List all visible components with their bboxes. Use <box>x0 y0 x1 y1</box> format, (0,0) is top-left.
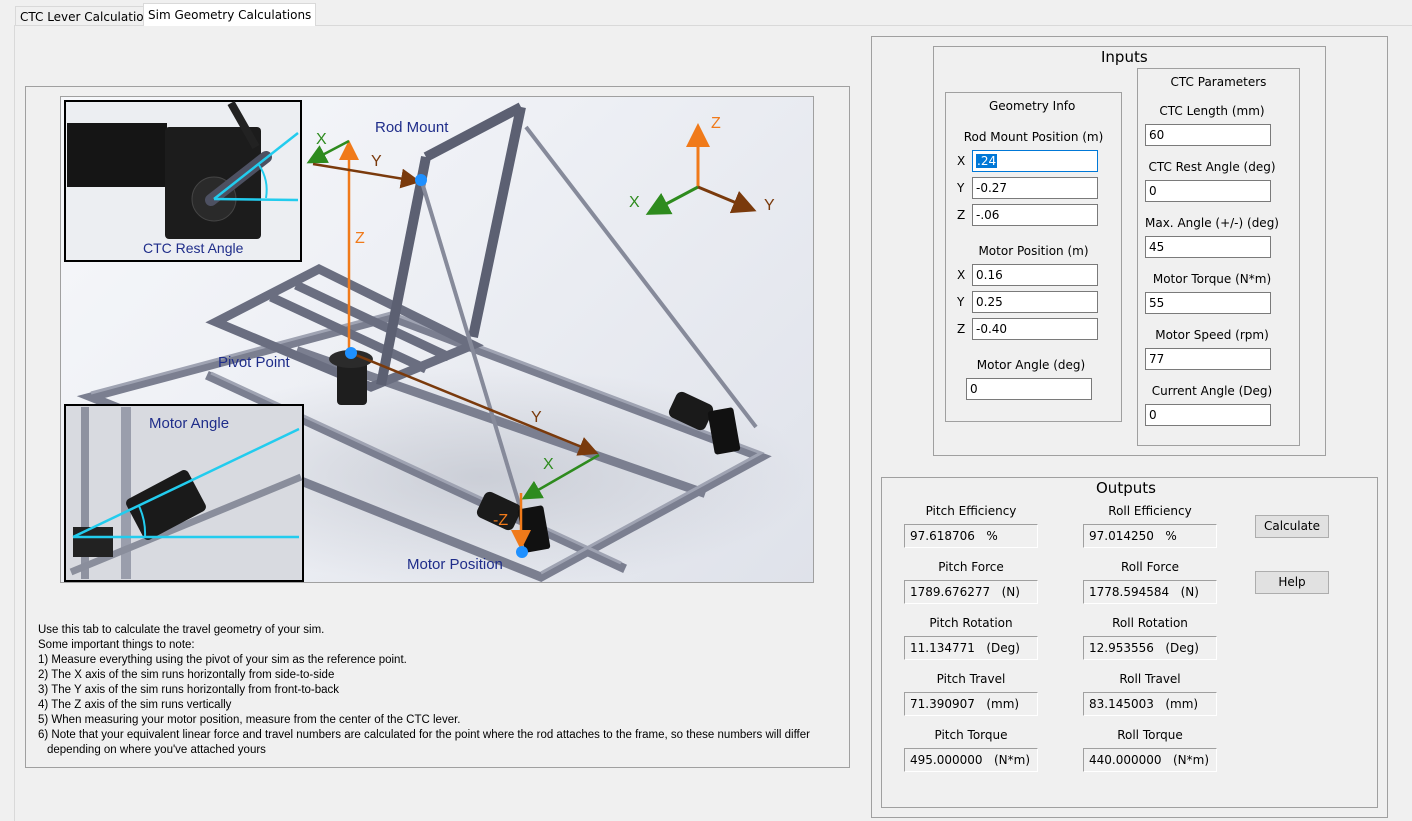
roll-rotation-value: 12.953556 (Deg) <box>1083 636 1217 660</box>
sim-geometry-diagram: X Y Z Y X -Z Z X Y Rod Mount Pivot Point… <box>60 96 814 583</box>
ctc-parameters-title: CTC Parameters <box>1170 75 1267 89</box>
rod-mount-z-label: Z <box>957 208 966 222</box>
ctc-length-label: CTC Length (mm) <box>1159 104 1265 118</box>
pivot-marker <box>345 347 357 359</box>
pitch-torque-label: Pitch Torque <box>934 728 1008 742</box>
motor-torque-label: Motor Torque (N*m) <box>1152 272 1272 286</box>
roll-torque-value: 440.000000 (N*m) <box>1083 748 1217 772</box>
motor-y-label: Y <box>957 295 965 309</box>
max-angle-input[interactable]: 45 <box>1145 236 1271 258</box>
motor-angle-field-label: Motor Angle (deg) <box>976 358 1086 372</box>
rod-mount-position-label: Rod Mount Position (m) <box>963 130 1104 144</box>
instructions-text: Use this tab to calculate the travel geo… <box>38 623 848 758</box>
motor-torque-input[interactable]: 55 <box>1145 292 1271 314</box>
rod-mount-x-input[interactable]: .24 <box>972 150 1098 172</box>
help-button[interactable]: Help <box>1255 571 1329 594</box>
diagram-canvas: X Y Z Y X -Z Z X Y <box>64 100 811 582</box>
motor-x-input[interactable]: 0.16 <box>972 264 1098 286</box>
rod-mount-label: Rod Mount <box>375 119 449 136</box>
roll-efficiency-label: Roll Efficiency <box>1108 504 1192 518</box>
y-axis-arrow-rodmount <box>312 162 421 189</box>
outputs-title: Outputs <box>1092 479 1160 497</box>
note-line: depending on where you've attached yours <box>47 744 266 756</box>
pitch-force-label: Pitch Force <box>938 560 1004 574</box>
note-line: 1) Measure everything using the pivot of… <box>38 654 407 666</box>
calculate-button[interactable]: Calculate <box>1255 515 1329 538</box>
roll-force-value: 1778.594584 (N) <box>1083 580 1217 604</box>
triad-x-arrow <box>645 185 699 215</box>
motor-x-label: X <box>543 456 554 473</box>
motor-position-field-label: Motor Position (m) <box>978 244 1089 258</box>
note-line: 2) The X axis of the sim runs horizontal… <box>38 669 335 681</box>
note-line: Some important things to note: <box>38 639 195 651</box>
note-line: 4) The Z axis of the sim runs vertically <box>38 699 232 711</box>
motor-speed-label: Motor Speed (rpm) <box>1155 328 1269 342</box>
ctc-rest-angle-label: CTC Rest Angle <box>143 240 244 256</box>
geometry-info-title: Geometry Info <box>985 99 1080 113</box>
inputs-title: Inputs <box>1097 48 1152 66</box>
triad-x-label: X <box>629 194 640 211</box>
roll-travel-value: 83.145003 (mm) <box>1083 692 1217 716</box>
note-line: 3) The Y axis of the sim runs horizontal… <box>38 684 340 696</box>
roll-efficiency-value: 97.014250 % <box>1083 524 1217 548</box>
tab-bar: CTC Lever Calculations Sim Geometry Calc… <box>0 0 1412 26</box>
current-angle-input[interactable]: 0 <box>1145 404 1271 426</box>
rod-mount-x-label: X <box>957 154 966 168</box>
max-angle-label: Max. Angle (+/-) (deg) <box>1145 216 1279 230</box>
rodmount-x-label: X <box>316 131 327 148</box>
triad-z-label: Z <box>711 115 721 132</box>
note-line: Use this tab to calculate the travel geo… <box>38 624 325 636</box>
rodmount-z-label: Z <box>355 230 365 247</box>
current-angle-label: Current Angle (Deg) <box>1151 384 1273 398</box>
note-line: 6) Note that your equivalent linear forc… <box>38 729 810 741</box>
rod-mount-y-label: Y <box>957 181 965 195</box>
pitch-efficiency-label: Pitch Efficiency <box>925 504 1017 518</box>
ctc-length-input[interactable]: 60 <box>1145 124 1271 146</box>
triad-y-arrow <box>697 185 757 214</box>
pivot-point-label: Pivot Point <box>218 354 290 371</box>
roll-torque-label: Roll Torque <box>1117 728 1183 742</box>
motor-speed-input[interactable]: 77 <box>1145 348 1271 370</box>
motor-y-input[interactable]: 0.25 <box>972 291 1098 313</box>
pitch-rotation-label: Pitch Rotation <box>929 616 1013 630</box>
triad-y-label: Y <box>764 197 775 214</box>
motor-x-label: X <box>957 268 966 282</box>
roll-travel-label: Roll Travel <box>1119 672 1181 686</box>
pitch-travel-label: Pitch Travel <box>936 672 1006 686</box>
note-line: 5) When measuring your motor position, m… <box>38 714 461 726</box>
roll-rotation-label: Roll Rotation <box>1112 616 1188 630</box>
motor-z-input[interactable]: -0.40 <box>972 318 1098 340</box>
roll-force-label: Roll Force <box>1120 560 1180 574</box>
rod-mount-x-value: .24 <box>976 154 998 168</box>
motor-angle-input[interactable]: 0 <box>966 378 1092 400</box>
motor-neg-z-label: -Z <box>493 512 508 529</box>
ctc-rest-angle-field-label: CTC Rest Angle (deg) <box>1148 160 1276 174</box>
rod-mount-y-input[interactable]: -0.27 <box>972 177 1098 199</box>
motor-z-label: Z <box>957 322 966 336</box>
pitch-force-value: 1789.676277 (N) <box>904 580 1038 604</box>
rod-mount-z-input[interactable]: -.06 <box>972 204 1098 226</box>
pitch-rotation-value: 11.134771 (Deg) <box>904 636 1038 660</box>
pitch-travel-value: 71.390907 (mm) <box>904 692 1038 716</box>
motor-position-marker <box>516 546 528 558</box>
inset-ctc-rest-angle <box>64 100 302 262</box>
pitch-efficiency-value: 97.618706 % <box>904 524 1038 548</box>
pitch-torque-value: 495.000000 (N*m) <box>904 748 1038 772</box>
tab-ctc-lever-calculations[interactable]: CTC Lever Calculations <box>15 6 163 26</box>
motor-position-label: Motor Position <box>407 556 503 573</box>
rodmount-y-label: Y <box>371 153 382 170</box>
motor-y-label: Y <box>531 409 542 426</box>
tab-sim-geometry-calculations[interactable]: Sim Geometry Calculations <box>143 3 317 26</box>
motor-angle-label: Motor Angle <box>149 415 230 432</box>
ctc-rest-angle-input[interactable]: 0 <box>1145 180 1271 202</box>
rod-mount-marker <box>415 174 427 186</box>
